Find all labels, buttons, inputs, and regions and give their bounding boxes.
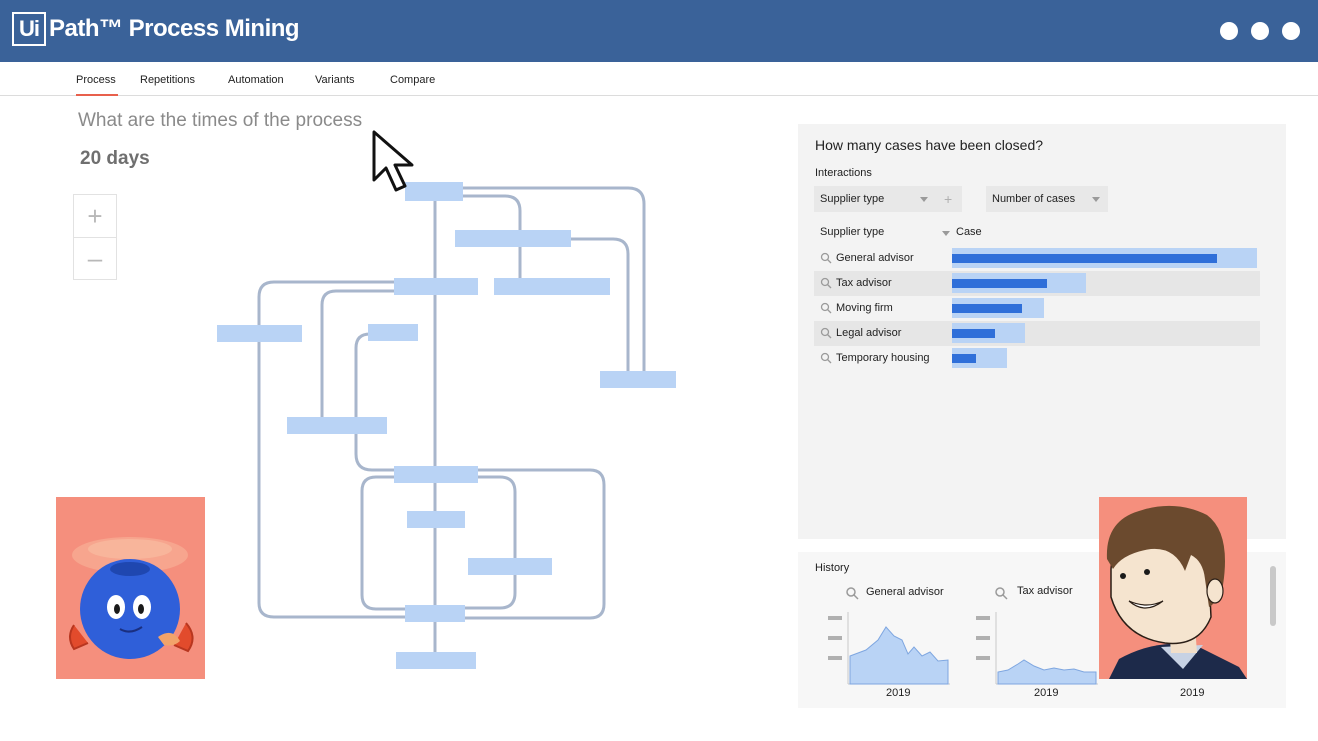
- process-node: [405, 605, 465, 622]
- mouse-cursor-icon: [372, 130, 414, 192]
- edge-inner-loop: [354, 332, 400, 472]
- search-icon[interactable]: [820, 352, 832, 364]
- history-sparkline-general-advisor: [828, 612, 950, 685]
- table-row[interactable]: Temporary housing: [814, 346, 1260, 371]
- search-icon[interactable]: [820, 277, 832, 289]
- cases-closed-panel: How many cases have been closed? Interac…: [798, 124, 1286, 539]
- edge-lower-left-loop: [360, 475, 410, 611]
- history-year-label: 2019: [1180, 687, 1205, 699]
- process-node: [368, 324, 418, 341]
- column-header-supplier-type[interactable]: Supplier type: [820, 226, 884, 238]
- supplier-type-dropdown[interactable]: Supplier type +: [814, 186, 962, 212]
- presenter-illustration: [1106, 505, 1247, 679]
- history-year-label: 2019: [1034, 687, 1059, 699]
- panel-title: How many cases have been closed?: [815, 137, 1044, 153]
- add-icon[interactable]: +: [944, 186, 952, 212]
- row-label: Legal advisor: [836, 327, 902, 339]
- row-label: Tax advisor: [836, 277, 892, 289]
- robot-illustration: [69, 537, 194, 659]
- robot-avatar: [56, 497, 205, 679]
- table-row[interactable]: General advisor: [814, 246, 1260, 271]
- table-row[interactable]: Tax advisor: [814, 271, 1260, 296]
- process-node: [600, 371, 676, 388]
- process-node-end: [396, 652, 476, 669]
- process-node: [217, 325, 302, 342]
- window-dot-1[interactable]: [1220, 22, 1238, 40]
- interactions-label: Interactions: [815, 167, 872, 179]
- search-icon[interactable]: [994, 586, 1008, 600]
- process-node: [407, 511, 465, 528]
- row-label: Moving firm: [836, 302, 893, 314]
- column-header-case[interactable]: Case: [956, 226, 982, 238]
- history-sparkline-tax-advisor: [976, 612, 1098, 685]
- history-chart-title-tax-advisor: Tax advisor: [1017, 585, 1073, 597]
- history-scrollbar[interactable]: [1270, 566, 1276, 626]
- dropdown-value: Number of cases: [992, 193, 1076, 205]
- edge-second-to-far-right: [570, 237, 630, 380]
- search-icon[interactable]: [820, 252, 832, 264]
- presenter-avatar: [1099, 497, 1247, 679]
- window-dot-3[interactable]: [1282, 22, 1300, 40]
- process-node: [494, 278, 610, 295]
- history-chart-title-general-advisor: General advisor: [866, 586, 944, 598]
- process-node: [394, 466, 478, 483]
- history-year-label: 2019: [886, 687, 911, 699]
- chevron-down-icon: [920, 197, 928, 202]
- search-icon[interactable]: [820, 327, 832, 339]
- bar-value: [952, 329, 995, 338]
- dropdown-value: Supplier type: [820, 193, 885, 205]
- edge-lower-mid-loop: [462, 475, 517, 610]
- process-node: [455, 230, 571, 247]
- row-label: General advisor: [836, 252, 914, 264]
- row-label: Temporary housing: [836, 352, 930, 364]
- table-row[interactable]: Legal advisor: [814, 321, 1260, 346]
- history-label: History: [815, 562, 850, 574]
- table-row[interactable]: Moving firm: [814, 296, 1260, 321]
- bar-value: [952, 354, 976, 363]
- edge-inner-left: [320, 289, 396, 424]
- number-of-cases-dropdown[interactable]: Number of cases: [986, 186, 1108, 212]
- window-controls: [1220, 22, 1300, 40]
- search-icon[interactable]: [820, 302, 832, 314]
- process-node: [394, 278, 478, 295]
- bar-value: [952, 304, 1022, 313]
- bar-value: [952, 279, 1047, 288]
- process-nodes: [217, 182, 676, 669]
- sort-icon[interactable]: [942, 231, 950, 236]
- process-node: [287, 417, 387, 434]
- search-icon[interactable]: [845, 586, 859, 600]
- chevron-down-icon: [1092, 197, 1100, 202]
- window-dot-2[interactable]: [1251, 22, 1269, 40]
- process-node: [468, 558, 552, 575]
- bar-value: [952, 254, 1217, 263]
- edge-lower-right-loop: [462, 468, 606, 620]
